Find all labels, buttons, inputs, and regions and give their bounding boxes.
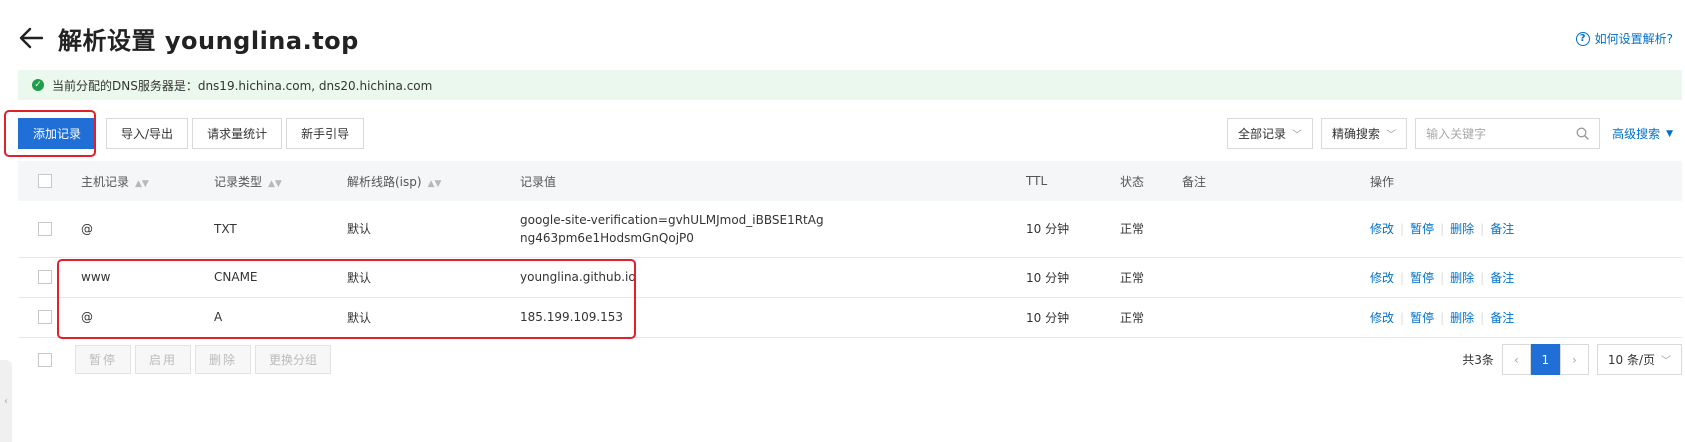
header-ops: 操作 bbox=[1370, 161, 1682, 201]
select-all-checkbox-footer[interactable] bbox=[38, 352, 52, 367]
row-ttl: 10 分钟 bbox=[1026, 257, 1120, 298]
edit-link[interactable]: 修改 bbox=[1370, 271, 1394, 285]
check-circle-icon: ✓ bbox=[32, 79, 44, 91]
page-size-select[interactable]: 10 条/页 ﹀ bbox=[1596, 344, 1682, 375]
record-filter-select[interactable]: 全部记录 ﹀ bbox=[1227, 118, 1314, 149]
back-arrow-icon[interactable] bbox=[18, 25, 44, 51]
help-link-label: 如何设置解析? bbox=[1594, 32, 1673, 46]
sort-icon[interactable]: ▲▼ bbox=[268, 179, 282, 189]
search-box bbox=[1415, 118, 1601, 149]
batch-delete-button[interactable]: 删除 bbox=[195, 345, 252, 374]
row-ttl: 10 分钟 bbox=[1026, 297, 1120, 338]
row-type: TXT bbox=[214, 201, 347, 258]
remark-link[interactable]: 备注 bbox=[1490, 311, 1514, 325]
header-ttl: TTL bbox=[1026, 161, 1120, 201]
dns-server-notice: ✓ 当前分配的DNS服务器是：dns19.hichina.com, dns20.… bbox=[18, 70, 1682, 100]
import-export-button[interactable]: 导入/导出 bbox=[106, 118, 189, 149]
highlight-box-add-record bbox=[4, 110, 96, 157]
search-mode-value: 精确搜索 bbox=[1332, 127, 1381, 141]
chevron-down-icon: ﹀ bbox=[1661, 356, 1671, 367]
pause-link[interactable]: 暂停 bbox=[1410, 222, 1434, 236]
question-icon: ? bbox=[1575, 31, 1590, 46]
table-header-row: 主机记录 ▲▼ 记录类型 ▲▼ 解析线路(isp) ▲▼ 记录值 TTL 状态 备注 … bbox=[18, 161, 1682, 201]
row-checkbox[interactable] bbox=[38, 270, 52, 285]
row-status: 正常 bbox=[1120, 257, 1182, 298]
advanced-search-label: 高级搜索 bbox=[1612, 127, 1661, 141]
search-icon[interactable] bbox=[1576, 127, 1589, 140]
search-input[interactable] bbox=[1426, 126, 1577, 141]
row-remark bbox=[1182, 257, 1370, 298]
delete-link[interactable]: 删除 bbox=[1450, 271, 1474, 285]
next-page-button[interactable]: › bbox=[1559, 344, 1589, 375]
row-checkbox[interactable] bbox=[38, 310, 52, 325]
remark-link[interactable]: 备注 bbox=[1490, 222, 1514, 236]
edit-link[interactable]: 修改 bbox=[1370, 222, 1394, 236]
delete-link[interactable]: 删除 bbox=[1450, 311, 1474, 325]
table-footer: 暂停 启用 删除 更换分组 共3条 ‹ 1 › 10 条/页 ﹀ bbox=[18, 344, 1682, 375]
highlight-box-records bbox=[57, 259, 636, 339]
change-group-button[interactable]: 更换分组 bbox=[255, 345, 332, 374]
select-all-checkbox[interactable] bbox=[38, 174, 52, 189]
row-ops: 修改 | 暂停 | 删除 | 备注 bbox=[1370, 257, 1682, 298]
search-mode-select[interactable]: 精确搜索 ﹀ bbox=[1321, 118, 1408, 149]
edit-link[interactable]: 修改 bbox=[1370, 311, 1394, 325]
help-link[interactable]: ? 如何设置解析? bbox=[1575, 30, 1673, 47]
row-value: google-site-verification=gvhULMJmod_iBBS… bbox=[520, 201, 1026, 258]
dns-server-text: 当前分配的DNS服务器是：dns19.hichina.com, dns20.hi… bbox=[52, 78, 433, 93]
row-status: 正常 bbox=[1120, 201, 1182, 258]
header-value: 记录值 bbox=[520, 161, 1026, 201]
header-line: 解析线路(isp) bbox=[347, 174, 422, 189]
batch-pause-button[interactable]: 暂停 bbox=[75, 345, 132, 374]
total-count: 共3条 bbox=[1462, 353, 1494, 367]
chevron-right-icon: › bbox=[1571, 352, 1577, 367]
row-remark bbox=[1182, 297, 1370, 338]
chevron-down-icon: ﹀ bbox=[1386, 130, 1397, 141]
row-status: 正常 bbox=[1120, 297, 1182, 338]
header-remark: 备注 bbox=[1182, 161, 1370, 201]
filter-tools: 全部记录 ﹀ 精确搜索 ﹀ 高级搜索 ▼ bbox=[1227, 118, 1673, 149]
row-ops: 修改 | 暂停 | 删除 | 备注 bbox=[1370, 201, 1682, 258]
header-host: 主机记录 bbox=[81, 174, 130, 189]
advanced-search-toggle[interactable]: 高级搜索 ▼ bbox=[1612, 125, 1673, 142]
sort-icon[interactable]: ▲▼ bbox=[135, 179, 149, 189]
request-stats-button[interactable]: 请求量统计 bbox=[192, 118, 283, 149]
header-type: 记录类型 bbox=[214, 174, 263, 189]
row-value-line1: google-site-verification=gvhULMJmod_iBBS… bbox=[520, 212, 824, 227]
row-ops: 修改 | 暂停 | 删除 | 备注 bbox=[1370, 297, 1682, 338]
chevron-left-icon: ‹ bbox=[4, 395, 8, 407]
batch-enable-button[interactable]: 启用 bbox=[135, 345, 192, 374]
record-filter-value: 全部记录 bbox=[1238, 127, 1287, 141]
sort-icon[interactable]: ▲▼ bbox=[428, 179, 442, 189]
side-collapse-tab[interactable]: ‹ bbox=[0, 360, 12, 442]
pagination: 共3条 ‹ 1 › 10 条/页 ﹀ bbox=[1462, 344, 1682, 375]
row-remark bbox=[1182, 201, 1370, 258]
caret-down-icon: ▼ bbox=[1666, 128, 1673, 139]
row-checkbox[interactable] bbox=[38, 222, 52, 236]
page-header: 解析设置 younglina.top bbox=[18, 18, 359, 58]
row-line: 默认 bbox=[347, 201, 520, 258]
remark-link[interactable]: 备注 bbox=[1490, 271, 1514, 285]
row-ttl: 10 分钟 bbox=[1026, 201, 1120, 258]
pause-link[interactable]: 暂停 bbox=[1410, 311, 1434, 325]
page-title: 解析设置 younglina.top bbox=[58, 26, 359, 55]
page-number-current[interactable]: 1 bbox=[1530, 344, 1560, 375]
page-size-value: 10 条/页 bbox=[1607, 353, 1655, 367]
pause-link[interactable]: 暂停 bbox=[1410, 271, 1434, 285]
prev-page-button[interactable]: ‹ bbox=[1501, 344, 1531, 375]
table-row: @ TXT 默认 google-site-verification=gvhULM… bbox=[18, 201, 1682, 258]
beginner-guide-button[interactable]: 新手引导 bbox=[286, 118, 365, 149]
row-host: @ bbox=[81, 201, 214, 258]
row-value-line2: ng463pm6e1HodsmGnQojP0 bbox=[520, 230, 694, 245]
header-status: 状态 bbox=[1120, 161, 1182, 201]
chevron-left-icon: ‹ bbox=[1513, 352, 1519, 367]
delete-link[interactable]: 删除 bbox=[1450, 222, 1474, 236]
chevron-down-icon: ﹀ bbox=[1292, 130, 1303, 141]
